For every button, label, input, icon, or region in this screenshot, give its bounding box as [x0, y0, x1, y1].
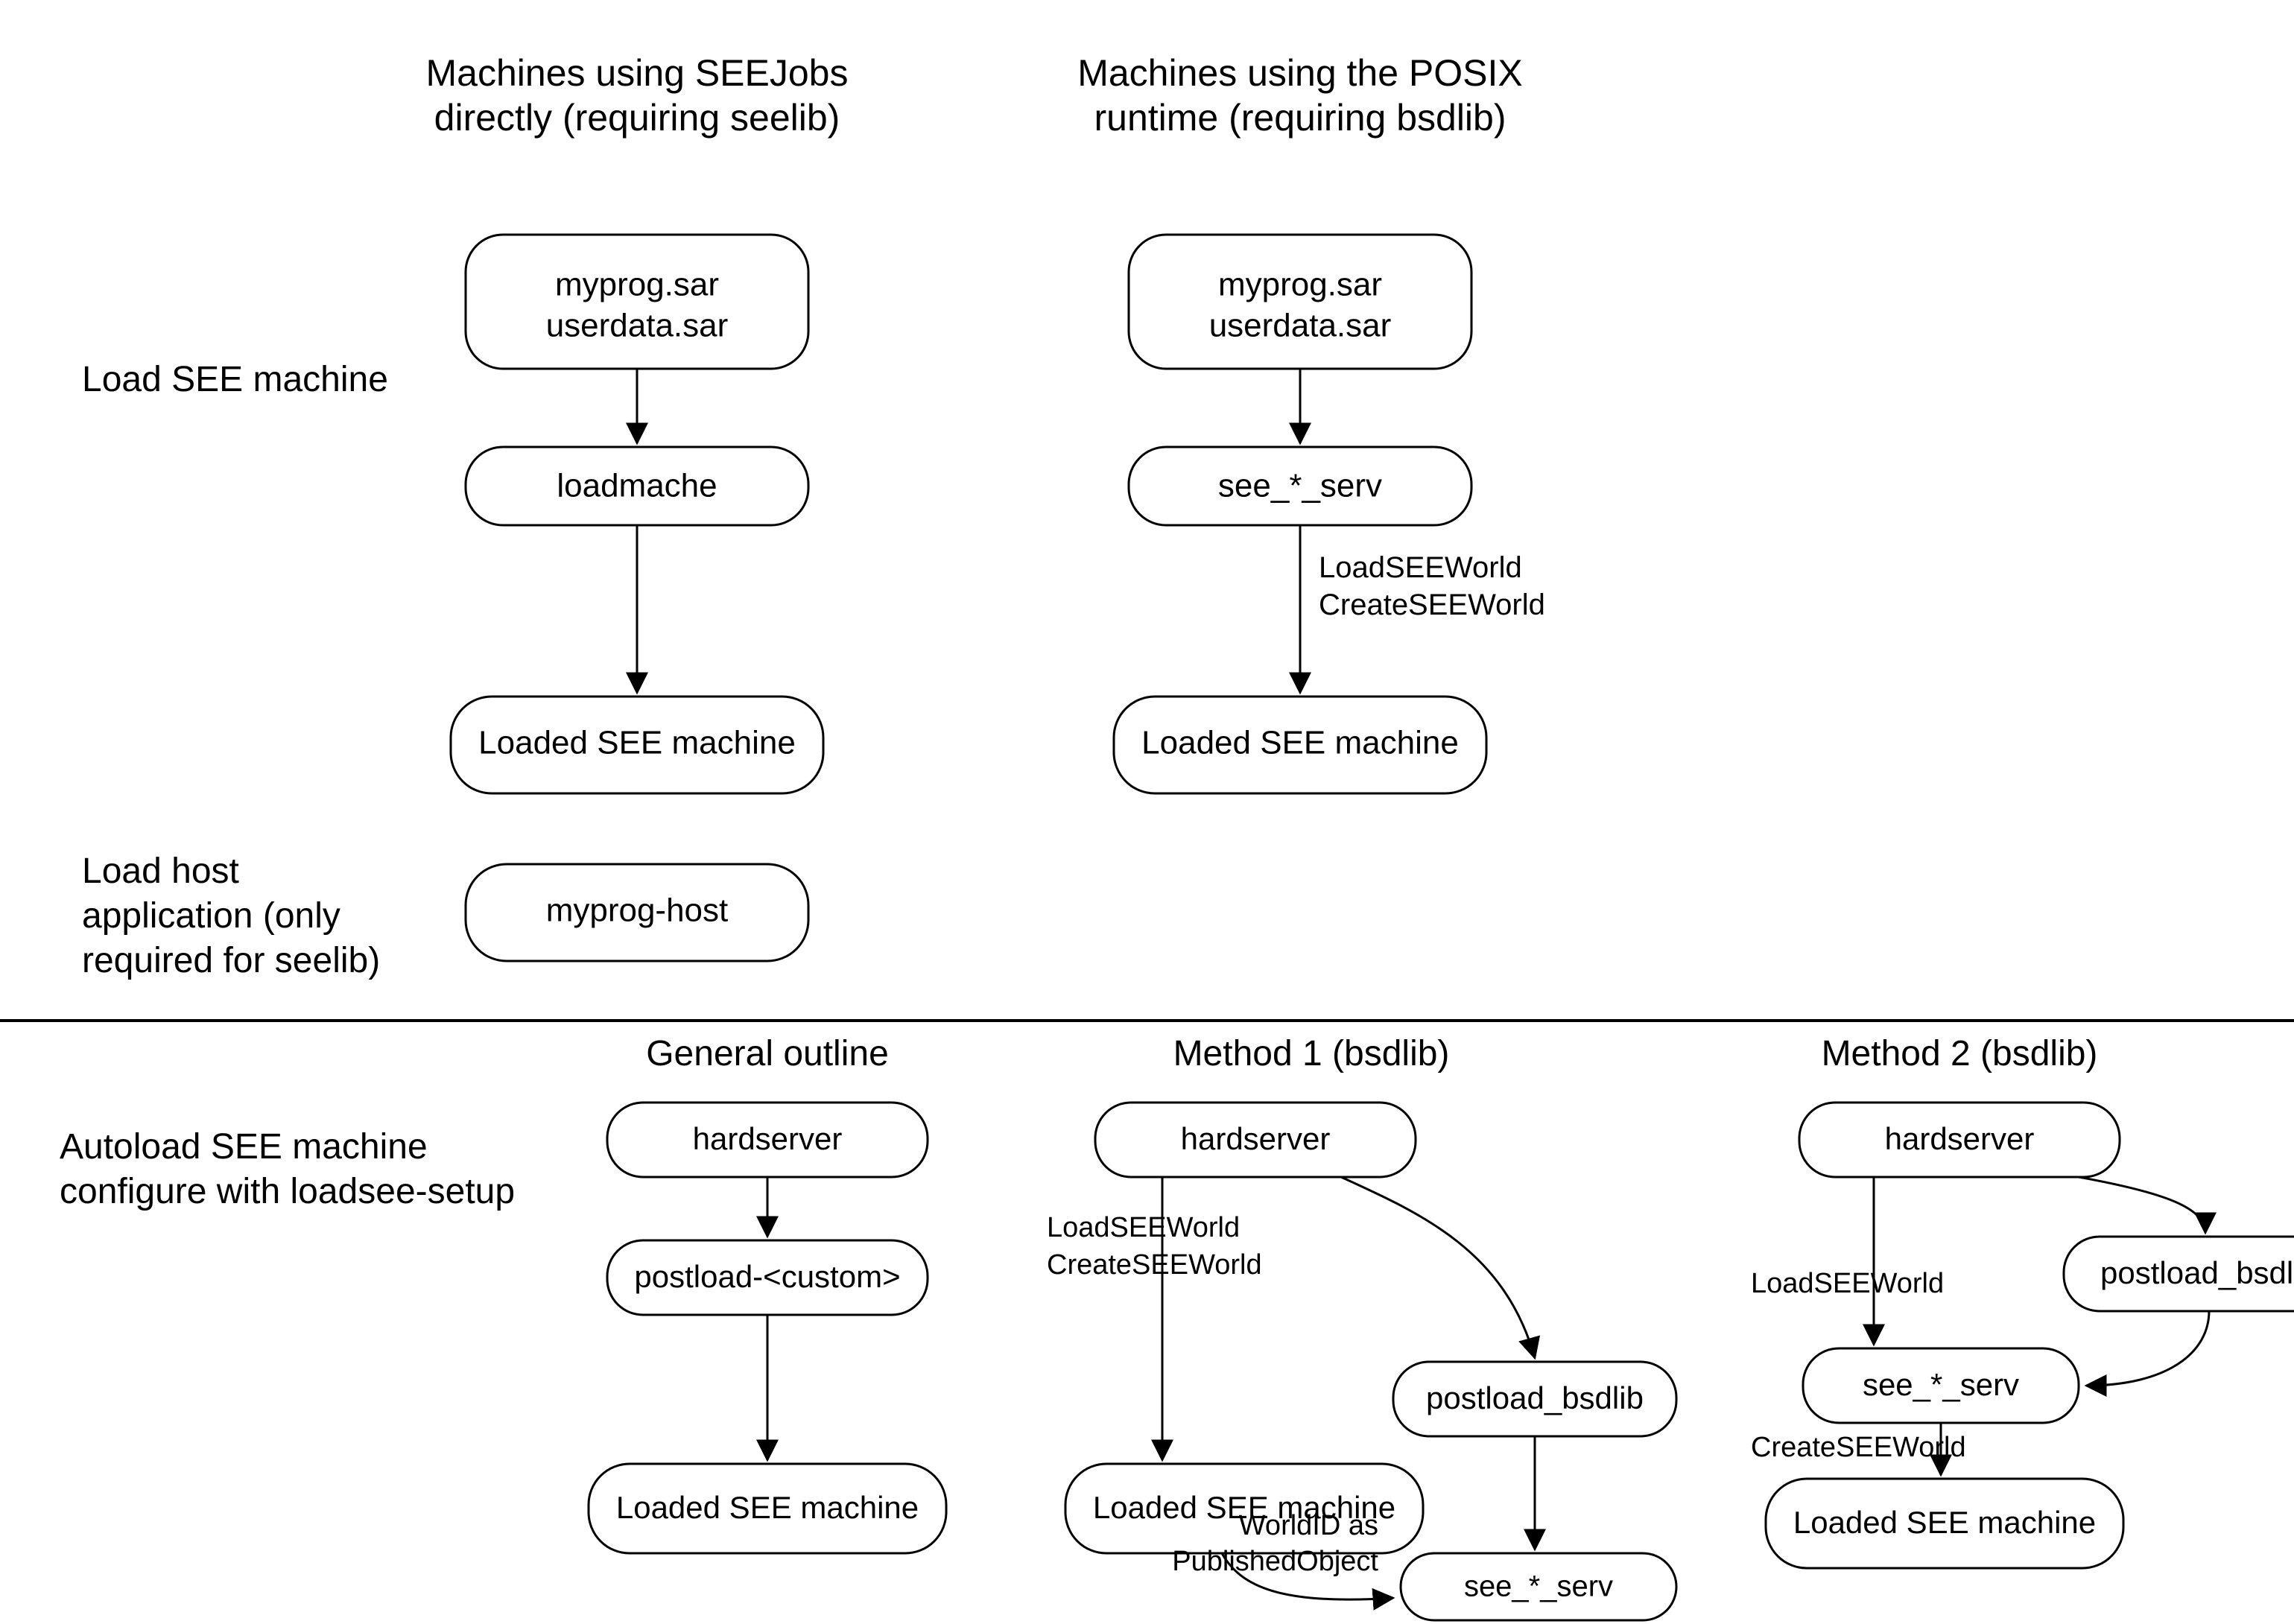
row-label-load-host-3: required for seelib)	[82, 941, 380, 980]
node-sar-left: myprog.sar userdata.sar	[466, 235, 808, 369]
node-sar-right-line2: userdata.sar	[1209, 308, 1392, 344]
edge-label-createseeworld-top: CreateSEEWorld	[1319, 589, 1545, 621]
col-header-method1: Method 1 (bsdlib)	[1173, 1034, 1450, 1073]
node-sar-right-line1: myprog.sar	[1218, 267, 1382, 303]
node-loadmache: loadmache	[466, 447, 808, 525]
node-loaded-left: Loaded SEE machine	[451, 697, 823, 793]
node-loaded-general: Loaded SEE machine	[589, 1464, 946, 1553]
node-seeserv-m1-text: see_*_serv	[1464, 1570, 1613, 1603]
edge-label-loadseeworld-top: LoadSEEWorld	[1319, 551, 1522, 584]
node-sar-right: myprog.sar userdata.sar	[1129, 235, 1471, 369]
row-label-load-host-2: application (only	[82, 896, 340, 936]
node-postload-bsdlib-m2-text: postload_bsdlib	[2100, 1255, 2294, 1290]
node-loaded-m2: Loaded SEE machine	[1766, 1479, 2123, 1568]
node-postload-bsdlib-m1: postload_bsdlib	[1393, 1362, 1676, 1436]
row-label-load-host-1: Load host	[82, 851, 239, 891]
node-hardserver-m1-text: hardserver	[1181, 1121, 1331, 1156]
node-seeserv-m1: see_*_serv	[1401, 1553, 1676, 1620]
edge-label-worldid-2: PublishedObject	[1172, 1546, 1378, 1577]
col-header-method2: Method 2 (bsdlib)	[1822, 1034, 2098, 1073]
col-header-posix-1: Machines using the POSIX	[1077, 52, 1523, 94]
node-hardserver-m1: hardserver	[1095, 1103, 1416, 1177]
node-sar-left-line1: myprog.sar	[555, 267, 719, 303]
node-postload-bsdlib-m2: postload_bsdlib	[2064, 1237, 2294, 1311]
node-loadmache-text: loadmache	[557, 468, 717, 504]
edge-label-createseeworld-m1: CreateSEEWorld	[1047, 1249, 1262, 1281]
node-postload-custom: postload-<custom>	[607, 1240, 928, 1315]
node-loaded-general-text: Loaded SEE machine	[616, 1490, 919, 1525]
col-header-posix-2: runtime (requiring bsdlib)	[1094, 97, 1506, 139]
row-label-autoload-1: Autoload SEE machine	[60, 1127, 428, 1167]
edge-label-createseeworld-m2: CreateSEEWorld	[1751, 1432, 1966, 1463]
col-header-general: General outline	[646, 1034, 889, 1073]
node-loaded-right-text: Loaded SEE machine	[1141, 725, 1459, 761]
node-loaded-m2-text: Loaded SEE machine	[1793, 1505, 2096, 1540]
edge-label-worldid-1: WorldID as	[1239, 1510, 1378, 1541]
node-postload-bsdlib-m1-text: postload_bsdlib	[1426, 1380, 1644, 1415]
node-seeserv-m2-text: see_*_serv	[1863, 1367, 2019, 1402]
node-hardserver-m2: hardserver	[1799, 1103, 2120, 1177]
node-hardserver-general-text: hardserver	[693, 1121, 843, 1156]
node-myprog-host: myprog-host	[466, 864, 808, 961]
node-sar-left-line2: userdata.sar	[546, 308, 729, 344]
arrow-hs-to-postload-m2	[2079, 1177, 2205, 1233]
col-header-seejobs-1: Machines using SEEJobs	[426, 52, 849, 94]
row-label-load-see: Load SEE machine	[82, 360, 388, 399]
node-seeserv-m2: see_*_serv	[1803, 1348, 2079, 1423]
edge-label-loadseeworld-m1: LoadSEEWorld	[1047, 1212, 1240, 1243]
arrow-postload-to-seeserv-m2	[2086, 1311, 2209, 1386]
node-hardserver-general: hardserver	[607, 1103, 928, 1177]
node-seeserv-top-text: see_*_serv	[1218, 468, 1382, 504]
node-myprog-host-text: myprog-host	[546, 892, 729, 929]
col-header-seejobs-2: directly (requiring seelib)	[434, 97, 840, 139]
row-label-autoload-2: configure with loadsee-setup	[60, 1172, 515, 1211]
node-hardserver-m2-text: hardserver	[1885, 1121, 2035, 1156]
node-postload-custom-text: postload-<custom>	[634, 1259, 900, 1294]
node-loaded-left-text: Loaded SEE machine	[478, 725, 796, 761]
arrow-hs-to-postload-m1	[1341, 1177, 1535, 1358]
edge-label-loadseeworld-m2: LoadSEEWorld	[1751, 1268, 1944, 1299]
node-loaded-right: Loaded SEE machine	[1114, 697, 1486, 793]
node-seeserv-top: see_*_serv	[1129, 447, 1471, 525]
